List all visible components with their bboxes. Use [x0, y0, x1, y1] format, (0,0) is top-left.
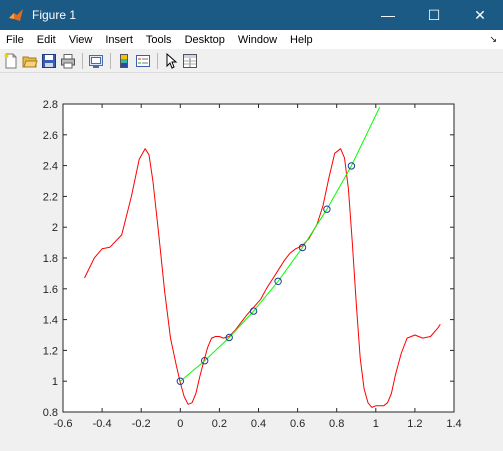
figure-toolbar — [0, 49, 503, 73]
x-tick-label: 0.4 — [251, 418, 266, 430]
new-figure-icon — [4, 53, 17, 68]
print-icon — [61, 53, 75, 68]
menu-insert[interactable]: Insert — [99, 34, 140, 46]
window-title: Figure 1 — [32, 8, 77, 22]
menu-help[interactable]: Help — [284, 34, 320, 46]
save-icon — [42, 53, 56, 68]
pointer-button[interactable] — [162, 52, 180, 70]
x-tick-label: 0.2 — [212, 418, 227, 430]
maximize-icon: ☐ — [427, 6, 441, 23]
menu-edit[interactable]: Edit — [31, 34, 63, 46]
matlab-logo-icon — [9, 9, 23, 21]
x-tick-label: -0.2 — [132, 418, 151, 430]
menu-view[interactable]: View — [63, 34, 100, 46]
y-tick-label: 0.8 — [43, 407, 58, 419]
y-tick-label: 1.2 — [43, 345, 58, 357]
print-button[interactable] — [59, 52, 77, 70]
axes[interactable]: -0.6 -0.4 -0.2 0 0.2 0.4 0.6 0.8 1 1.2 1.4 0.8 1 1.2 1… — [0, 73, 503, 451]
title-bar: Figure 1 — ☐ ✕ — [0, 0, 503, 30]
axes-background — [63, 104, 454, 412]
y-tick-label: 2.6 — [43, 130, 58, 142]
pointer-icon — [166, 52, 178, 69]
x-tick-label: 1.2 — [407, 418, 422, 430]
menu-desktop[interactable]: Desktop — [179, 34, 232, 46]
insert-colorbar-icon — [120, 53, 128, 68]
y-tick-label: 2 — [52, 222, 58, 234]
close-icon: ✕ — [474, 6, 486, 23]
toolbar-separator — [110, 52, 111, 69]
menu-tools[interactable]: Tools — [140, 34, 179, 46]
menu-file[interactable]: File — [0, 34, 31, 46]
minimize-button[interactable]: — — [365, 0, 411, 30]
x-tick-label: -0.4 — [93, 418, 112, 430]
open-file-icon — [22, 56, 38, 67]
x-tick-label: 0 — [177, 418, 183, 430]
y-tick-label: 1.6 — [43, 284, 58, 296]
link-plot-button[interactable] — [87, 52, 105, 70]
minimize-icon: — — [381, 7, 395, 23]
dock-arrow-icon[interactable]: ↘ — [489, 34, 497, 45]
y-tick-label: 1.4 — [43, 315, 58, 327]
x-tick-label: 1.4 — [446, 418, 461, 430]
menu-bar: File Edit View Insert Tools Desktop Wind… — [0, 30, 503, 49]
insert-legend-button[interactable] — [134, 52, 152, 70]
y-tick-label: 2.8 — [43, 99, 58, 111]
property-inspector-button[interactable] — [181, 52, 199, 70]
new-figure-button[interactable] — [2, 52, 20, 70]
y-tick-label: 1 — [52, 376, 58, 388]
save-button[interactable] — [40, 52, 58, 70]
x-tick-label: 0.8 — [329, 418, 344, 430]
x-tick-label: -0.6 — [54, 418, 73, 430]
toolbar-separator — [157, 52, 158, 69]
property-inspector-icon — [183, 53, 197, 68]
menu-window[interactable]: Window — [232, 34, 284, 46]
link-plot-icon — [89, 54, 103, 68]
y-tick-label: 2.2 — [43, 191, 58, 203]
insert-colorbar-button[interactable] — [115, 52, 133, 70]
y-tick-label: 2.4 — [43, 161, 58, 173]
toolbar-separator — [82, 52, 83, 69]
x-tick-label: 0.6 — [290, 418, 305, 430]
y-tick-label: 1.8 — [43, 253, 58, 265]
open-file-button[interactable] — [21, 52, 39, 70]
maximize-button[interactable]: ☐ — [411, 0, 457, 30]
close-button[interactable]: ✕ — [457, 0, 503, 30]
insert-legend-icon — [136, 54, 150, 67]
x-tick-label: 1 — [373, 418, 379, 430]
